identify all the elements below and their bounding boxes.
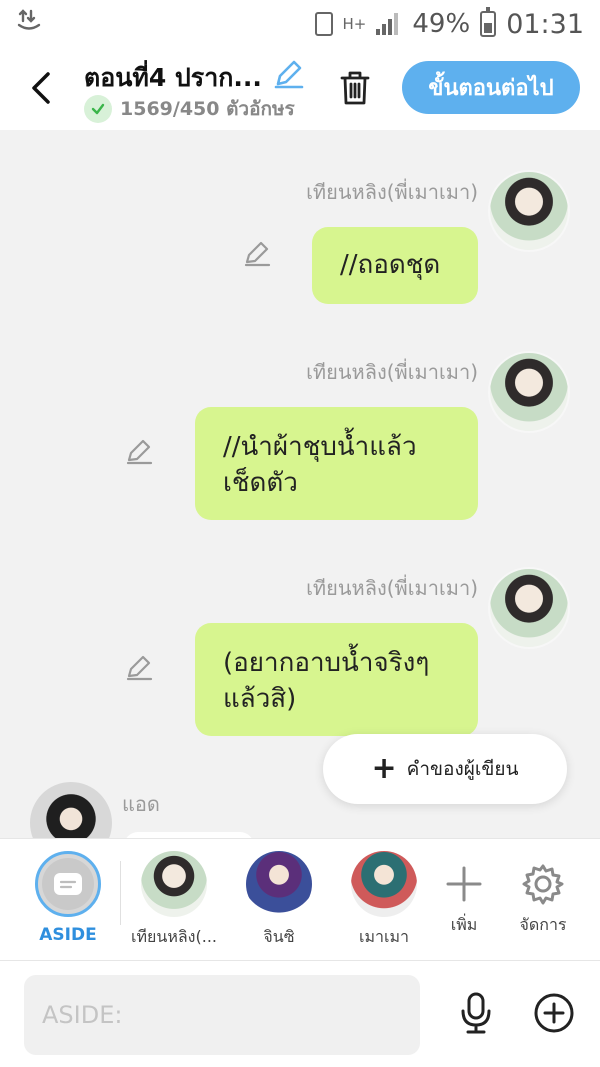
message-input-bar [0, 960, 600, 1067]
character-aside[interactable]: ASIDE [13, 851, 123, 945]
data-transfer-icon [16, 8, 42, 40]
sender-avatar[interactable] [488, 567, 570, 649]
add-circle-icon[interactable] [532, 991, 576, 1035]
episode-title[interactable]: ตอนที่4 ปราก... [84, 58, 262, 98]
character-label: จัดการ [519, 915, 567, 934]
edit-message-pencil-icon[interactable] [242, 238, 272, 268]
aside-message-icon [42, 858, 94, 910]
status-indicators: H+ 49% 01:31 [314, 7, 584, 40]
message-sender-name: เทียนหลิง(พี่เมาเมา) [306, 360, 478, 384]
check-icon [84, 95, 112, 123]
character-label: ASIDE [39, 925, 97, 945]
message-text-line: (อยากอาบน้ำจริงๆ [223, 648, 430, 678]
signal-icon [376, 13, 402, 35]
manage-characters-button[interactable]: จัดการ [488, 851, 598, 938]
edit-title-pencil-icon[interactable] [272, 56, 306, 90]
author-note-button[interactable]: + คำของผู้เขียน [323, 734, 567, 804]
character-avatar [141, 851, 207, 917]
gear-icon [510, 851, 576, 917]
character-tianling[interactable]: เทียนหลิง(... [119, 851, 229, 950]
sender-avatar[interactable] [488, 170, 570, 252]
message-text: //ถอดชุด [340, 250, 441, 280]
edit-message-pencil-icon[interactable] [124, 436, 154, 466]
battery-percent: 49% [412, 9, 471, 39]
character-avatar [246, 851, 312, 917]
character-label: เทียนหลิง(... [131, 927, 217, 946]
back-arrow-icon[interactable] [26, 68, 56, 108]
character-count-row: 1569/450 ตัวอักษร [84, 94, 295, 124]
admin-name: แอด [122, 792, 160, 816]
message-text-line: แล้วสิ) [223, 684, 297, 714]
character-avatar [351, 851, 417, 917]
character-count: 1569/450 ตัวอักษร [120, 98, 295, 120]
edit-message-pencil-icon[interactable] [124, 652, 154, 682]
sim-card-icon [314, 12, 333, 36]
message-sender-name: เทียนหลิง(พี่เมาเมา) [306, 576, 478, 600]
microphone-icon[interactable] [456, 991, 496, 1035]
next-step-button[interactable]: ขั้นตอนต่อไป [402, 61, 580, 114]
message-text-line: //นำผ้าชุบน้ำแล้ว [223, 432, 417, 462]
clock: 01:31 [506, 8, 584, 40]
character-selector-bar: ASIDE เทียนหลิง(... จินซิ เมาเมา เพิ่ม จ… [0, 838, 600, 960]
character-label: จินซิ [263, 927, 295, 946]
message-sender-name: เทียนหลิง(พี่เมาเมา) [306, 180, 478, 204]
status-bar: H+ 49% 01:31 [0, 0, 600, 48]
aside-avatar [35, 851, 101, 917]
sender-avatar[interactable] [488, 351, 570, 433]
trash-icon[interactable] [336, 68, 374, 108]
battery-icon [480, 7, 497, 37]
message-bubble[interactable]: (อยากอาบน้ำจริงๆ แล้วสิ) [195, 623, 478, 736]
author-note-label: คำของผู้เขียน [406, 758, 519, 780]
plus-icon: + [371, 751, 397, 786]
message-bubble[interactable]: //นำผ้าชุบน้ำแล้ว เช็ดตัว [195, 407, 478, 520]
network-type: H+ [342, 15, 367, 33]
message-input[interactable] [24, 975, 420, 1055]
message-bubble[interactable]: //ถอดชุด [312, 227, 478, 304]
message-text-line: เช็ดตัว [223, 468, 298, 498]
character-jinxi[interactable]: จินซิ [224, 851, 334, 950]
editor-header: ตอนที่4 ปราก... 1569/450 ตัวอักษร ขั้นตอ… [0, 48, 600, 130]
